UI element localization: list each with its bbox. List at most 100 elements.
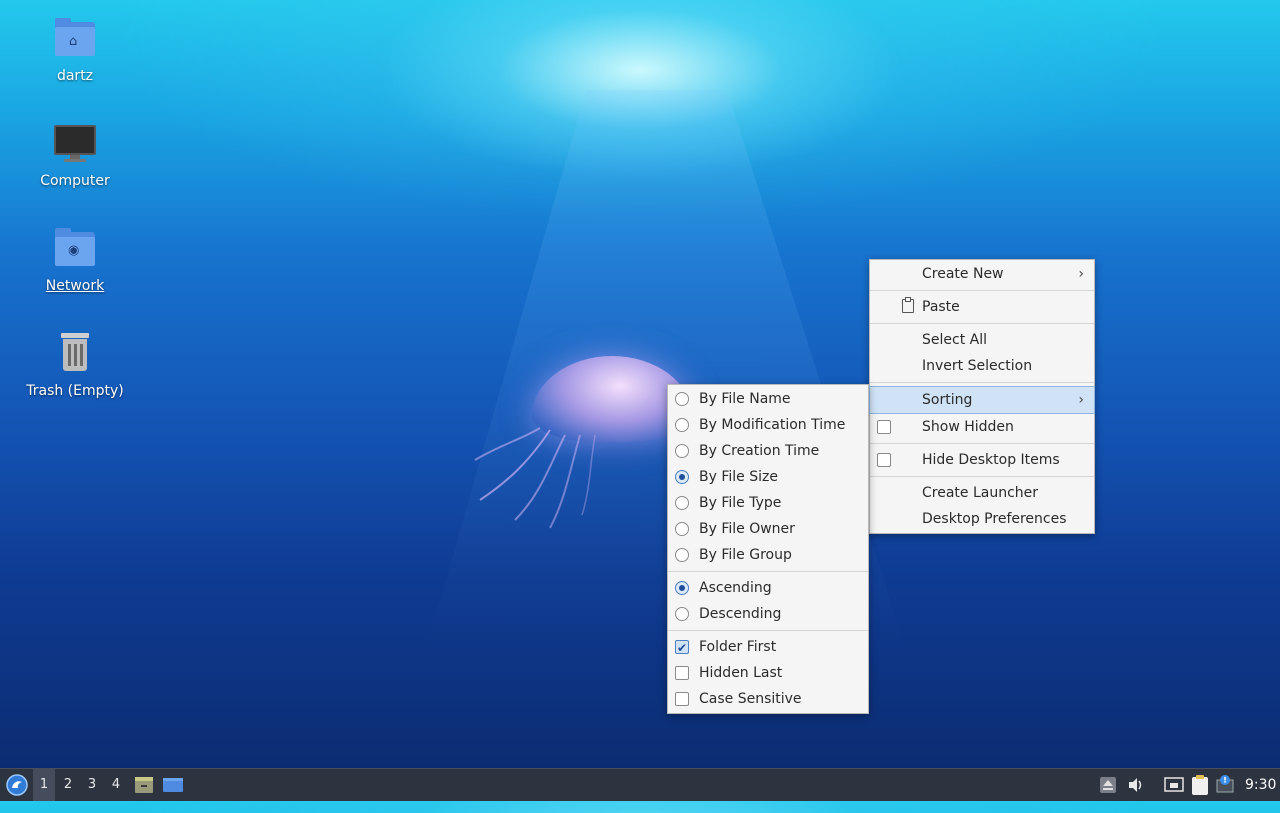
workspace-button-1[interactable]: 1 [33, 769, 55, 801]
menu-item-label: Hide Desktop Items [922, 452, 1060, 468]
desktop-icon-trash[interactable]: Trash (Empty) [20, 333, 130, 399]
order-descending[interactable]: Descending [668, 601, 868, 627]
menu-separator [870, 290, 1094, 291]
clipboard-icon [1192, 775, 1208, 795]
menu-item-label: Ascending [699, 580, 772, 596]
menu-item-label: Create New [922, 266, 1004, 282]
menu-item-create-new[interactable]: Create New › [870, 261, 1094, 287]
desktop-icon-computer[interactable]: Computer [20, 123, 130, 189]
notification-icon [1216, 775, 1234, 793]
desktop-icon-home[interactable]: ⌂ dartz [20, 18, 130, 84]
sort-by-by-file-size[interactable]: By File Size [668, 464, 868, 490]
menu-item-label: Desktop Preferences [922, 511, 1067, 527]
file-manager-launcher[interactable] [133, 769, 155, 801]
menu-separator [870, 323, 1094, 324]
workspace-button-2[interactable]: 2 [57, 769, 79, 801]
desktop-icon-label: Computer [40, 173, 110, 189]
menu-item-create-launcher[interactable]: Create Launcher [870, 480, 1094, 506]
paste-icon [902, 297, 914, 313]
radio-button[interactable] [675, 522, 689, 536]
chevron-right-icon: › [1078, 266, 1084, 282]
menu-item-label: Paste [922, 299, 960, 315]
sort-by-by-file-owner[interactable]: By File Owner [668, 516, 868, 542]
menu-separator [668, 571, 868, 572]
menu-item-label: Invert Selection [922, 358, 1033, 374]
sort-order-group: Ascending Descending [668, 575, 868, 627]
network-status-button[interactable] [1163, 769, 1185, 801]
sort-by-group: By File Name By Modification Time By Creat… [668, 386, 868, 568]
radio-button[interactable] [675, 418, 689, 432]
volume-icon [1129, 778, 1142, 792]
volume-button[interactable] [1126, 769, 1146, 801]
radio-button[interactable] [675, 392, 689, 406]
computer-icon [53, 123, 97, 167]
menu-separator [870, 443, 1094, 444]
menu-item-label: Folder First [699, 639, 777, 655]
eject-button[interactable] [1098, 769, 1118, 801]
desktop-icon [163, 778, 183, 792]
sort-options-group: Folder First Hidden Last Case Sensitive [668, 634, 868, 712]
checkbox[interactable] [675, 692, 689, 706]
option-folder-first[interactable]: Folder First [668, 634, 868, 661]
menu-separator [870, 382, 1094, 383]
sort-by-by-file-name[interactable]: By File Name [668, 386, 868, 412]
menu-item-label: By Creation Time [699, 443, 820, 459]
option-case-sensitive[interactable]: Case Sensitive [668, 686, 868, 712]
menu-item-label: By File Name [699, 391, 791, 407]
menu-item-label: Sorting [922, 392, 973, 408]
menu-item-label: Case Sensitive [699, 691, 802, 707]
wallpaper-jellyfish [470, 350, 700, 530]
radio-button[interactable] [675, 548, 689, 562]
radio-button[interactable] [675, 470, 689, 484]
desktop-icon-label: dartz [56, 68, 94, 84]
menu-item-label: By File Type [699, 495, 782, 511]
menu-item-show-hidden[interactable]: Show Hidden [870, 414, 1094, 440]
desktop-context-menu: Create New › Paste Select All Invert Sel… [869, 259, 1095, 534]
app-menu-logo-icon [6, 774, 28, 796]
menu-item-label: Hidden Last [699, 665, 783, 681]
radio-button[interactable] [675, 607, 689, 621]
order-ascending[interactable]: Ascending [668, 575, 868, 601]
workspace-switcher: 1234 [33, 769, 129, 801]
show-desktop-button[interactable] [161, 769, 185, 801]
menu-item-label: Create Launcher [922, 485, 1039, 501]
menu-item-select-all[interactable]: Select All [870, 327, 1094, 353]
menu-item-label: By File Owner [699, 521, 795, 537]
start-menu-button[interactable] [3, 769, 31, 801]
menu-item-invert-selection[interactable]: Invert Selection [870, 353, 1094, 379]
sort-by-by-modification-time[interactable]: By Modification Time [668, 412, 868, 438]
checkbox[interactable] [675, 666, 689, 680]
menu-item-paste[interactable]: Paste [870, 294, 1094, 320]
checkbox[interactable] [675, 635, 689, 661]
desktop-icon-network[interactable]: ◉ Network [20, 228, 130, 294]
menu-item-label: Select All [922, 332, 987, 348]
clock[interactable]: 9:30 [1245, 769, 1277, 801]
menu-item-desktop-preferences[interactable]: Desktop Preferences [870, 506, 1094, 532]
sort-by-by-file-type[interactable]: By File Type [668, 490, 868, 516]
workspace-button-3[interactable]: 3 [81, 769, 103, 801]
radio-button[interactable] [675, 581, 689, 595]
clipboard-button[interactable] [1189, 769, 1211, 801]
file-manager-icon [135, 777, 153, 793]
notification-button[interactable] [1215, 769, 1237, 801]
menu-item-hide-desktop-items[interactable]: Hide Desktop Items [870, 447, 1094, 473]
hide-desktop-items-checkbox[interactable] [877, 453, 891, 467]
radio-button[interactable] [675, 496, 689, 510]
sort-by-by-creation-time[interactable]: By Creation Time [668, 438, 868, 464]
network-folder-icon: ◉ [53, 228, 97, 272]
sort-by-by-file-group[interactable]: By File Group [668, 542, 868, 568]
menu-item-sorting[interactable]: Sorting › [869, 386, 1095, 414]
option-hidden-last[interactable]: Hidden Last [668, 660, 868, 686]
eject-icon [1100, 777, 1116, 793]
network-icon [1164, 777, 1184, 792]
home-folder-icon: ⌂ [53, 18, 97, 62]
menu-item-label: By File Size [699, 469, 778, 485]
show-hidden-checkbox[interactable] [877, 420, 891, 434]
radio-button[interactable] [675, 444, 689, 458]
menu-item-label: By File Group [699, 547, 792, 563]
menu-separator [870, 476, 1094, 477]
menu-item-label: By Modification Time [699, 417, 846, 433]
trash-icon [53, 333, 97, 377]
desktop-icon-label: Network [45, 278, 105, 294]
workspace-button-4[interactable]: 4 [105, 769, 127, 801]
